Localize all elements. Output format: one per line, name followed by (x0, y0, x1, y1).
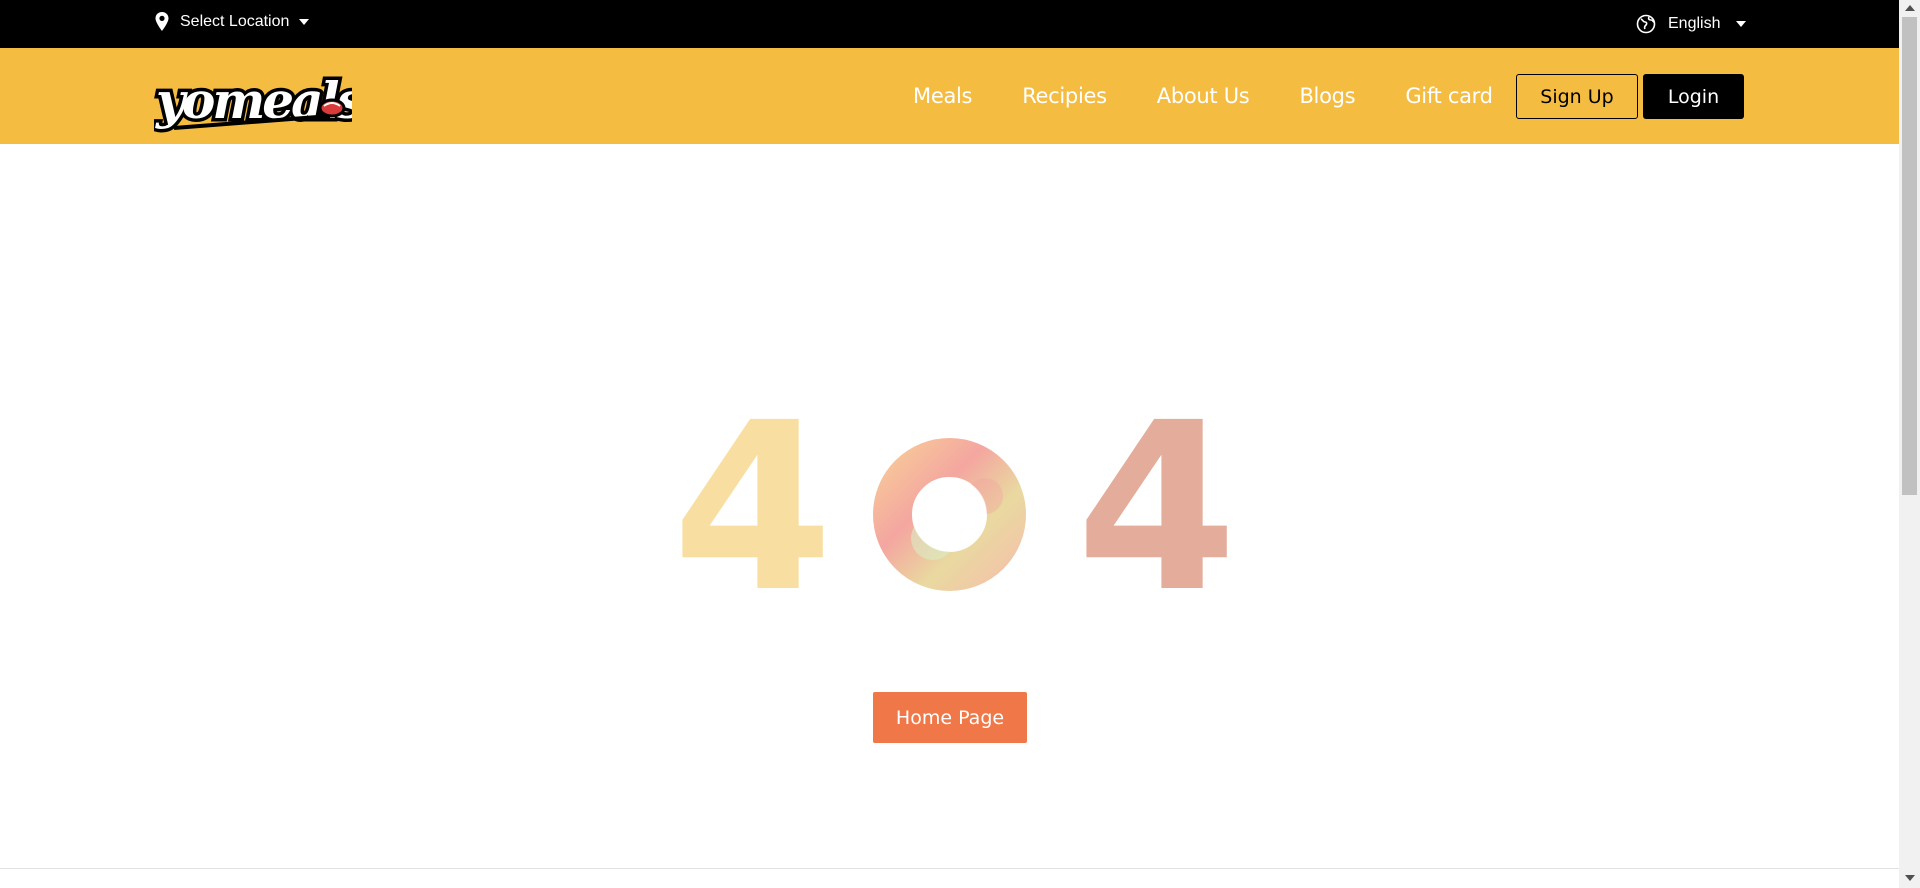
language-label: English (1668, 15, 1721, 32)
login-button[interactable]: Login (1643, 74, 1744, 119)
nav-recipies[interactable]: Recipies (1022, 84, 1107, 108)
scroll-down-arrow-icon[interactable] (1905, 875, 1915, 881)
footer-divider (0, 868, 1899, 869)
location-selector[interactable]: Select Location (154, 12, 310, 32)
globe-icon (1636, 14, 1656, 34)
yomeals-logo[interactable]: yomeals (154, 56, 352, 136)
nav-blogs[interactable]: Blogs (1299, 84, 1355, 108)
nav-gift-card[interactable]: Gift card (1405, 84, 1493, 108)
map-pin-icon (155, 12, 169, 31)
error-digit-left: 4 (672, 373, 833, 643)
top-utility-bar: Select Location English (0, 0, 1899, 48)
scroll-up-arrow-icon[interactable] (1905, 5, 1915, 11)
chevron-down-icon (1736, 21, 1747, 27)
sign-up-button[interactable]: Sign Up (1516, 74, 1638, 119)
main-header: yomeals Meals Recipies About Us Blogs Gi… (0, 48, 1899, 144)
error-digit-right: 4 (1076, 373, 1237, 643)
location-label: Select Location (180, 13, 290, 30)
page-scrollbar[interactable] (1899, 0, 1920, 888)
nav-meals[interactable]: Meals (913, 84, 972, 108)
language-selector[interactable]: English (1636, 14, 1747, 34)
nav-about-us[interactable]: About Us (1157, 84, 1250, 108)
main-navigation: Meals Recipies About Us Blogs Gift card (913, 48, 1543, 144)
home-page-button[interactable]: Home Page (873, 692, 1027, 743)
error-digit-zero (873, 438, 1026, 591)
chevron-down-icon (299, 19, 310, 25)
scrollbar-thumb[interactable] (1902, 17, 1917, 495)
